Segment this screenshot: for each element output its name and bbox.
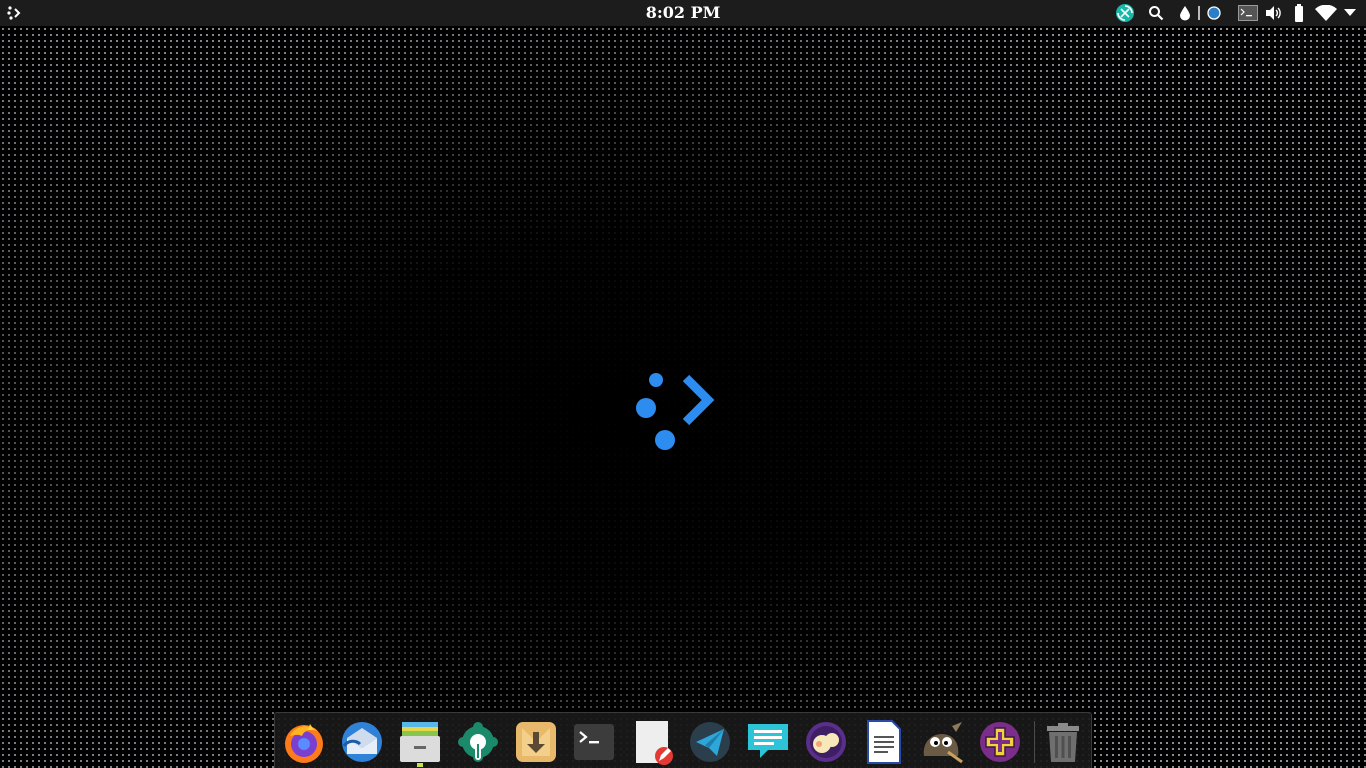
- system-menu-arrow-icon[interactable]: [1344, 0, 1356, 26]
- firefox-icon[interactable]: [280, 718, 328, 766]
- drop-icon[interactable]: [1179, 0, 1191, 26]
- document-viewer-icon[interactable]: [860, 718, 908, 766]
- terminal-icon[interactable]: [1238, 0, 1258, 26]
- terminal-icon[interactable]: [570, 718, 618, 766]
- text-editor-icon[interactable]: [628, 718, 676, 766]
- volume-icon[interactable]: [1265, 0, 1283, 26]
- telegram-icon[interactable]: [686, 718, 734, 766]
- gimp-icon[interactable]: [918, 718, 966, 766]
- app-indicator-icon[interactable]: [1115, 0, 1135, 26]
- trash-icon[interactable]: [1039, 718, 1087, 766]
- top-panel: 8:02 PM: [0, 0, 1366, 26]
- launcher-logo-icon: [624, 344, 724, 494]
- wifi-icon[interactable]: [1315, 0, 1337, 26]
- desktop[interactable]: [0, 26, 1366, 768]
- dock: [274, 712, 1092, 768]
- running-indicator: [417, 763, 423, 767]
- ao-icon[interactable]: [802, 718, 850, 766]
- files-icon[interactable]: [396, 718, 444, 766]
- battery-icon[interactable]: [1294, 0, 1304, 26]
- messages-icon[interactable]: [744, 718, 792, 766]
- search-icon[interactable]: [1148, 0, 1164, 26]
- record-icon[interactable]: [1207, 0, 1221, 26]
- installer-icon[interactable]: [512, 718, 560, 766]
- thunderbird-icon[interactable]: [338, 718, 386, 766]
- tweaks-icon[interactable]: [454, 718, 502, 766]
- dock-separator: [1034, 721, 1035, 763]
- add-apps-icon[interactable]: [976, 718, 1024, 766]
- separator-icon: [1198, 0, 1200, 26]
- system-tray: [1115, 0, 1356, 26]
